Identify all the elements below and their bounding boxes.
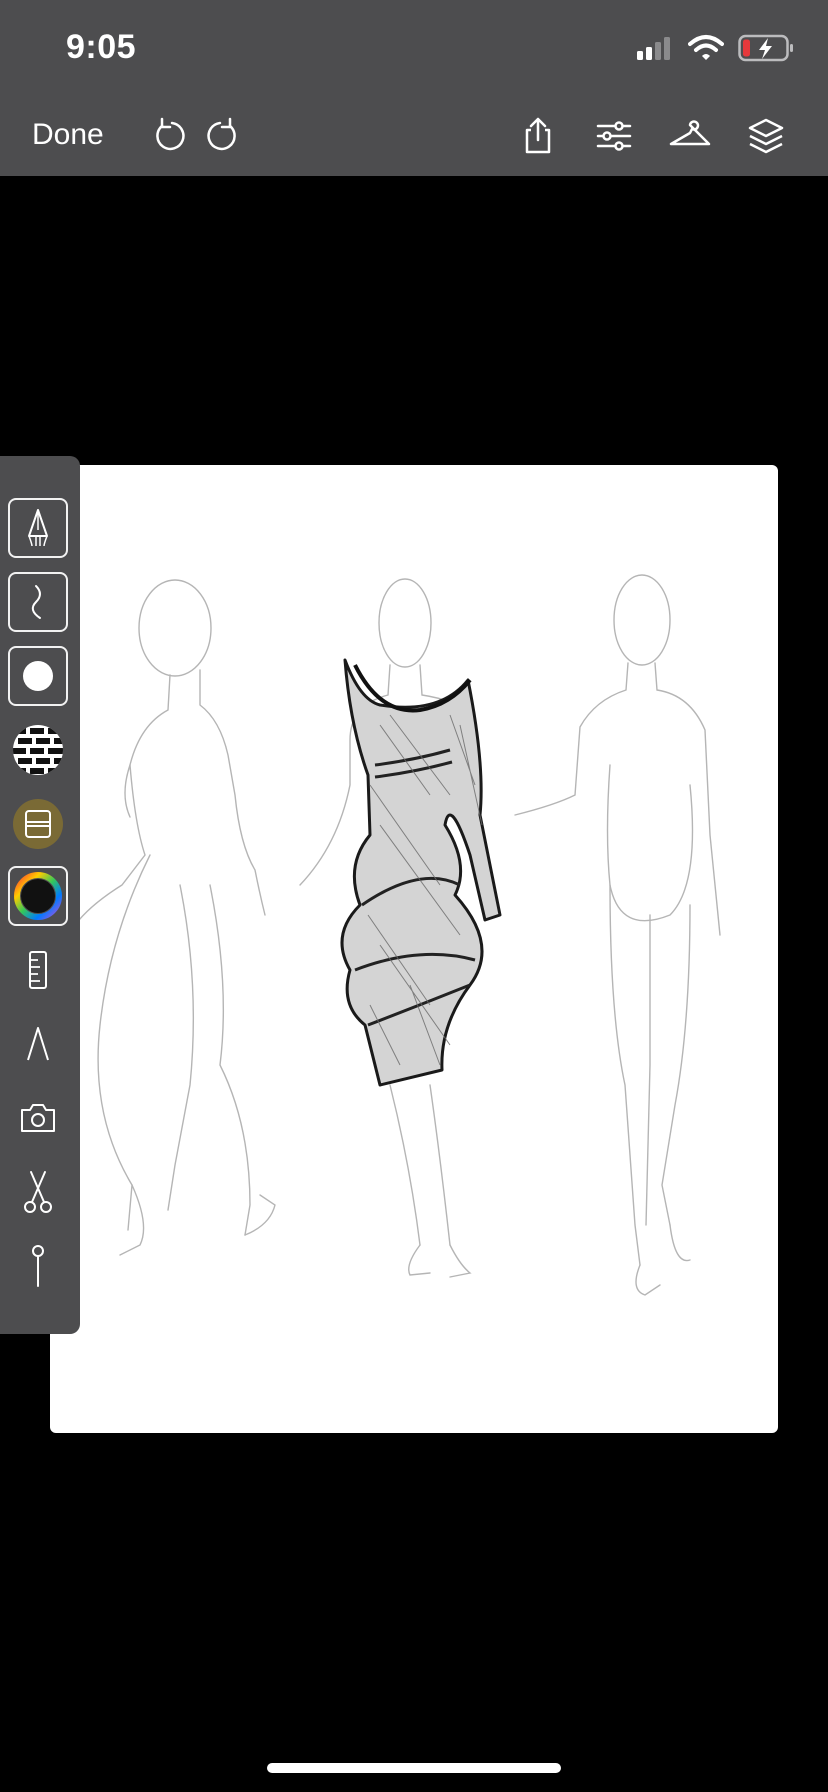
pin-tool[interactable] — [8, 1236, 68, 1296]
camera-icon — [21, 1104, 55, 1132]
shape-tool[interactable] — [8, 1014, 68, 1074]
fabric-tool[interactable] — [8, 794, 68, 854]
drawing-canvas[interactable] — [50, 465, 778, 1433]
toolbar: Done — [0, 108, 828, 164]
cellular-signal-icon — [636, 35, 674, 66]
fabric-icon — [13, 799, 63, 849]
status-icons — [636, 30, 794, 70]
ruler-icon — [29, 951, 47, 989]
pen-nib-icon — [28, 509, 48, 547]
scissors-icon — [24, 1171, 52, 1213]
pattern-swatch-icon — [13, 725, 63, 775]
layers-icon[interactable] — [744, 114, 788, 158]
pen-tool[interactable] — [8, 498, 68, 558]
color-picker-tool[interactable] — [8, 866, 68, 926]
status-time: 9:05 — [66, 28, 137, 66]
triangle-shape-icon — [27, 1027, 49, 1061]
pattern-tool[interactable] — [8, 720, 68, 780]
wifi-icon — [688, 34, 724, 67]
brush-size-tool[interactable] — [8, 646, 68, 706]
redo-icon[interactable] — [200, 114, 244, 158]
pin-icon — [32, 1245, 44, 1287]
done-button[interactable]: Done — [32, 118, 104, 152]
battery-charging-icon — [738, 34, 794, 67]
undo-icon[interactable] — [148, 114, 192, 158]
share-icon[interactable] — [516, 114, 560, 158]
camera-tool[interactable] — [8, 1088, 68, 1148]
adjust-sliders-icon[interactable] — [592, 114, 636, 158]
color-wheel-icon — [14, 872, 62, 920]
ruler-tool[interactable] — [8, 940, 68, 1000]
top-bar: 9:05 Done — [0, 0, 828, 176]
hanger-icon[interactable] — [668, 114, 712, 158]
tool-panel — [0, 456, 80, 1334]
fashion-sketch — [74, 574, 721, 1296]
pencil-stroke-tool[interactable] — [8, 572, 68, 632]
cut-tool[interactable] — [8, 1162, 68, 1222]
home-indicator — [267, 1763, 561, 1773]
stroke-icon — [31, 585, 41, 619]
filled-circle-icon — [23, 661, 53, 691]
